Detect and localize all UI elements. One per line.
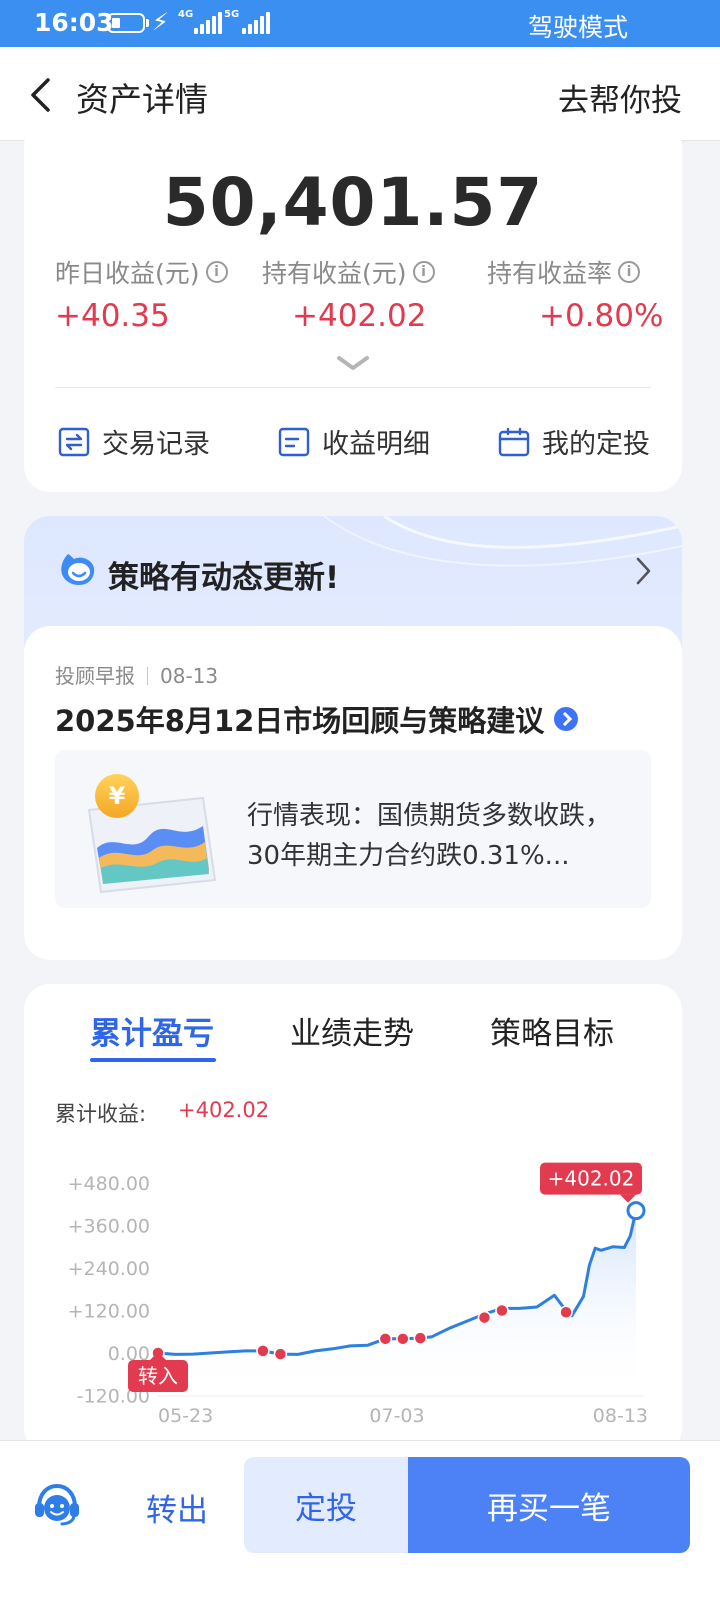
x-tick-label: 05-23 — [158, 1405, 213, 1427]
assistant-mascot-icon — [61, 554, 95, 585]
transaction-marker — [413, 1331, 428, 1345]
yesterday-income-label-text: 昨日收益(元) — [55, 259, 200, 288]
report-meta: 投顾早报 08-13 — [55, 660, 218, 689]
report-date: 08-13 — [160, 664, 219, 688]
chevron-right-icon[interactable] — [634, 556, 652, 586]
strategy-update-title: 策略有动态更新! — [108, 560, 340, 596]
y-tick-label: +360.00 — [68, 1216, 150, 1238]
transaction-marker — [477, 1310, 492, 1325]
y-tick-label: +480.00 — [68, 1173, 150, 1195]
active-tab-indicator — [90, 1058, 216, 1062]
cumulative-income-value: +402.02 — [178, 1098, 270, 1122]
yesterday-income-value: +40.35 — [55, 298, 170, 334]
cumulative-income-label: 累计收益: — [55, 1102, 147, 1126]
arrow-circle-icon[interactable] — [554, 707, 579, 731]
y-tick-label: +120.00 — [68, 1301, 150, 1323]
battery-tip — [146, 19, 149, 27]
yesterday-income-label[interactable]: 昨日收益(元) i — [55, 254, 228, 290]
divider — [55, 387, 651, 388]
battery-icon — [107, 13, 145, 33]
income-detail-label: 收益明细 — [322, 429, 430, 460]
transaction-marker — [559, 1305, 573, 1320]
trade-records-label: 交易记录 — [102, 429, 210, 460]
transaction-marker — [396, 1332, 410, 1346]
market-chart-illustration: ¥ — [87, 774, 217, 894]
asset-summary-card: 50,401.57 昨日收益(元) i 持有收益(元) i 持有收益率 i +4… — [24, 120, 682, 492]
x-tick-label: 08-13 — [593, 1405, 648, 1427]
transfer-out-button[interactable]: 转出 — [122, 1485, 232, 1530]
buy-more-button[interactable]: 再买一笔 — [408, 1457, 690, 1553]
report-source: 投顾早报 — [55, 664, 135, 688]
report-summary-text: 行情表现：国债期货多数收跌，30年期主力合约跌0.31%... — [247, 801, 612, 871]
info-icon[interactable]: i — [205, 261, 228, 283]
x-tick-label: 07-03 — [369, 1405, 424, 1427]
report-title: 2025年8月12日市场回顾与策略建议 — [55, 704, 545, 738]
my-sip-label: 我的定投 — [542, 429, 650, 460]
list-icon — [278, 427, 310, 456]
sip-button[interactable]: 定投 — [244, 1457, 408, 1553]
invest-for-you-link[interactable]: 去帮你投 — [558, 75, 682, 120]
signal-4g-icon — [194, 12, 222, 34]
charging-icon: ⚡ — [152, 8, 169, 36]
income-detail-button[interactable]: 收益明细 — [278, 422, 430, 461]
tab-cumulative-pnl[interactable]: 累计盈亏 — [90, 1008, 214, 1053]
network-5g-label: 5G — [224, 9, 240, 20]
y-tick-label: +240.00 — [68, 1258, 150, 1280]
series-area — [158, 1210, 636, 1396]
tab-performance-trend[interactable]: 业绩走势 — [290, 1008, 414, 1053]
end-value-label: +402.02 — [548, 1167, 635, 1191]
signal-5g-icon — [242, 12, 270, 34]
calendar-icon — [498, 427, 530, 456]
my-sip-button[interactable]: 我的定投 — [498, 422, 650, 461]
network-4g-label: 4G — [178, 9, 194, 20]
page-title: 资产详情 — [76, 80, 208, 119]
latest-point — [626, 1201, 646, 1221]
total-assets: 50,401.57 — [162, 164, 544, 241]
coin-symbol: ¥ — [109, 782, 126, 810]
holding-yield-label[interactable]: 持有收益率 i — [487, 254, 641, 290]
transaction-marker — [495, 1303, 509, 1318]
transaction-marker — [256, 1344, 270, 1358]
report-panel[interactable]: 投顾早报 08-13 2025年8月12日市场回顾与策略建议 ¥ 行情表现：国债期… — [24, 626, 682, 960]
info-icon[interactable]: i — [618, 261, 641, 283]
holding-income-value: +402.02 — [292, 298, 427, 334]
info-icon[interactable]: i — [412, 261, 435, 283]
end-value-badge-pointer — [620, 1194, 636, 1203]
holding-income-label[interactable]: 持有收益(元) i — [262, 254, 435, 290]
holding-yield-value: +0.80% — [539, 298, 664, 334]
start-tag-label: 转入 — [138, 1364, 178, 1388]
status-bar: 16:03 ⚡ 4G 5G 驾驶模式 — [0, 0, 720, 47]
strategy-update-card[interactable]: 策略有动态更新! 投顾早报 08-13 2025年8月12日市场回顾与策略建议 — [24, 516, 682, 960]
holding-yield-label-text: 持有收益率 — [487, 259, 613, 288]
transaction-marker — [273, 1347, 288, 1361]
tab-strategy-target[interactable]: 策略目标 — [490, 1008, 614, 1053]
status-time: 16:03 — [34, 8, 114, 37]
transaction-marker — [378, 1332, 393, 1346]
report-summary-box[interactable]: ¥ 行情表现：国债期货多数收跌，30年期主力合约跌0.31%... — [55, 750, 651, 908]
performance-card: 累计盈亏 业绩走势 策略目标 累计收益: +402.02 +480.00 +360… — [24, 984, 682, 1454]
report-title-row[interactable]: 2025年8月12日市场回顾与策略建议 — [55, 698, 579, 740]
cumulative-pnl-chart[interactable]: +480.00+360.00+240.00+120.000.00-120.000… — [24, 1134, 682, 1434]
chevron-down-icon[interactable] — [336, 354, 370, 372]
holding-income-label-text: 持有收益(元) — [262, 259, 407, 288]
trade-records-button[interactable]: 交易记录 — [58, 422, 210, 461]
back-arrow-icon[interactable] — [28, 77, 54, 113]
bottom-action-bar: 转出 定投 再买一笔 — [0, 1440, 720, 1600]
driving-mode[interactable]: 驾驶模式 — [528, 8, 628, 44]
customer-service-icon[interactable] — [32, 1481, 82, 1529]
transfer-icon — [58, 427, 90, 456]
